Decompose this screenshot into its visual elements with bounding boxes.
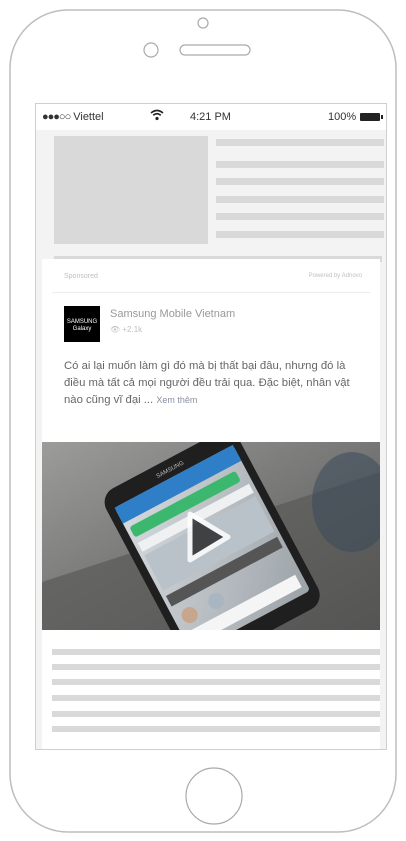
placeholder-line	[216, 178, 384, 185]
ad-body: Có ai lại muốn làm gì đó mà bị thất bại …	[64, 358, 364, 409]
placeholder-line	[216, 161, 384, 168]
placeholder-line	[52, 649, 380, 655]
divider	[52, 292, 370, 293]
wifi-icon	[150, 109, 164, 124]
placeholder-line	[216, 196, 384, 203]
ad-body-text: Có ai lại muốn làm gì đó mà bị thất bại …	[64, 360, 350, 406]
screen: ●●●○○ Viettel 4:21 PM 100% Sponsored Powe…	[35, 103, 387, 750]
placeholder-line	[216, 231, 384, 238]
placeholder-line	[52, 679, 380, 685]
placeholder-line	[52, 695, 380, 701]
placeholder-line	[52, 664, 380, 670]
placeholder-image	[54, 136, 208, 244]
battery-percentage: 100%	[328, 111, 357, 123]
view-count: 👁 +2.1k	[110, 325, 143, 334]
status-bar: ●●●○○ Viettel 4:21 PM 100%	[36, 104, 386, 130]
placeholder-line	[52, 711, 380, 717]
ad-video[interactable]: SAMSUNG	[42, 442, 380, 630]
advertiser-name[interactable]: Samsung Mobile Vietnam	[110, 308, 235, 320]
see-more-link[interactable]: Xem thêm	[156, 395, 197, 405]
battery-icon	[360, 113, 383, 121]
placeholder-line	[216, 213, 384, 220]
placeholder-line	[216, 139, 384, 146]
signal-strength-icon: ●●●○○	[42, 111, 71, 123]
carrier-name: Viettel	[73, 111, 104, 123]
advertiser-logo[interactable]: SAMSUNG Galaxy	[64, 306, 100, 342]
sponsored-ad-card[interactable]: Sponsored Powered by Adnovo SAMSUNG Gala…	[42, 259, 380, 749]
sponsored-label: Sponsored	[64, 273, 98, 280]
powered-by-label: Powered by Adnovo	[308, 273, 362, 279]
carrier-info: ●●●○○ Viettel	[42, 111, 104, 123]
clock: 4:21 PM	[190, 111, 231, 123]
placeholder-line	[52, 726, 380, 732]
